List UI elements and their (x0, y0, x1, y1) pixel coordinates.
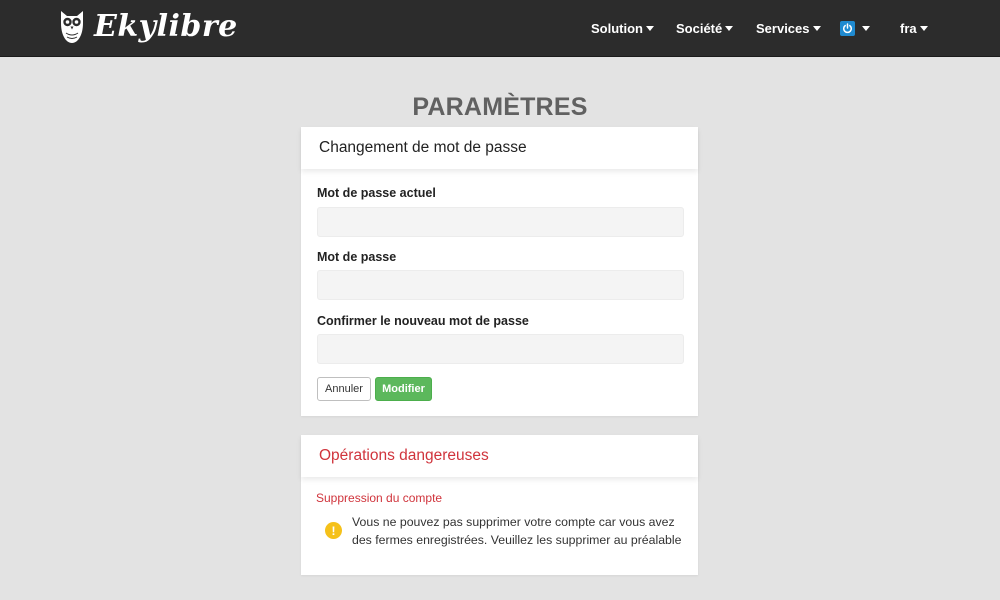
power-icon (840, 20, 855, 36)
page-title: PARAMÈTRES (412, 93, 588, 121)
password-change-card: Changement de mot de passe Mot de passe … (301, 127, 698, 416)
caret-down-icon (646, 25, 654, 31)
current-password-input[interactable] (317, 207, 684, 237)
nav-language-dropdown[interactable]: fra (900, 19, 928, 37)
caret-down-icon (812, 25, 821, 31)
new-password-label: Mot de passe (317, 250, 397, 264)
nav-solution-label: Solution (591, 20, 643, 36)
nav-services-label: Services (756, 20, 810, 36)
caret-down-icon (862, 25, 870, 31)
top-navbar: Ekylibre Solution Société Services fra (0, 0, 1000, 57)
account-deletion-warning: Vous ne pouvez pas supprimer votre compt… (352, 515, 682, 547)
current-password-label: Mot de passe actuel (317, 186, 436, 200)
danger-card-title: Opérations dangereuses (301, 435, 698, 477)
nav-account-dropdown[interactable] (840, 19, 870, 37)
cancel-button[interactable]: Annuler (317, 377, 371, 401)
dangerous-operations-card: Opérations dangereuses Suppression du co… (301, 435, 698, 575)
caret-down-icon (725, 25, 734, 31)
nav-language-label: fra (900, 20, 917, 36)
account-deletion-heading: Suppression du compte (316, 491, 443, 505)
nav-societe-dropdown[interactable]: Société (676, 19, 734, 37)
brand-logo[interactable]: Ekylibre (58, 6, 238, 48)
confirm-password-input[interactable] (317, 334, 684, 364)
exclamation-icon: ! (325, 522, 342, 539)
confirm-password-label: Confirmer le nouveau mot de passe (317, 314, 529, 328)
caret-down-icon (919, 25, 928, 31)
brand-name: Ekylibre (94, 9, 238, 44)
new-password-input[interactable] (317, 270, 684, 300)
nav-societe-label: Société (676, 20, 723, 36)
nav-solution-dropdown[interactable]: Solution (591, 19, 654, 37)
owl-logo-icon (61, 11, 83, 43)
nav-services-dropdown[interactable]: Services (756, 19, 821, 37)
modify-button[interactable]: Modifier (375, 377, 432, 401)
password-card-title: Changement de mot de passe (301, 127, 698, 169)
